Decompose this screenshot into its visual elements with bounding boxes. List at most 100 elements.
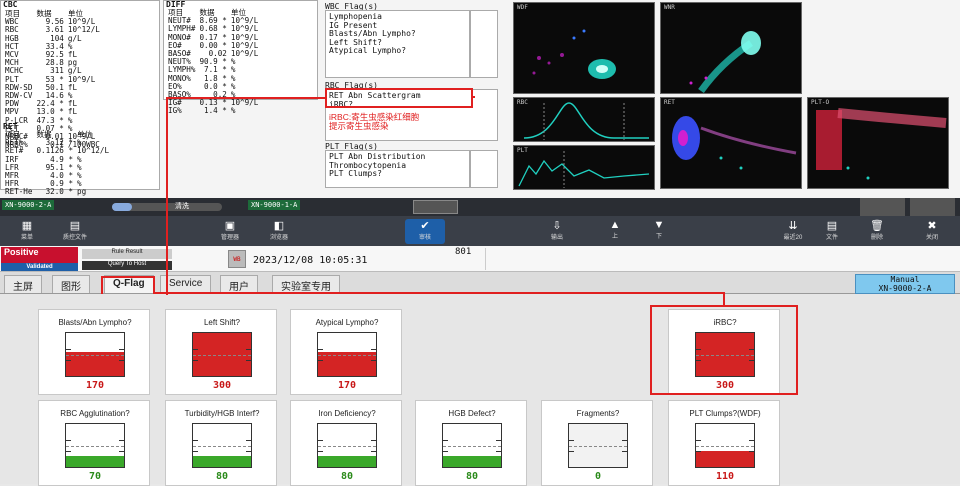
gauge-threshold xyxy=(193,354,251,356)
connector-h1 xyxy=(166,97,326,99)
qflag-title: RBC Agglutination? xyxy=(60,409,130,418)
qflag-gauge xyxy=(568,423,628,468)
table-row: RET-He 32.0 * pg xyxy=(3,188,111,196)
qflag-value: 70 xyxy=(88,471,102,482)
qflag-gauge xyxy=(192,423,252,468)
wbc-flag-scroll[interactable] xyxy=(470,10,498,78)
qflag-gauge xyxy=(65,332,125,377)
qflag-tab-highlight xyxy=(101,276,155,296)
wnr-scattergram: WNR xyxy=(660,2,802,94)
qflag-value: 80 xyxy=(340,471,354,482)
gauge-threshold xyxy=(696,445,754,447)
gauge-tick xyxy=(246,359,252,361)
qflag-value: 80 xyxy=(465,471,479,482)
qflag-level-fill xyxy=(696,450,754,467)
qflag-level-fill xyxy=(318,352,376,376)
gauge-tick xyxy=(695,450,701,452)
table-cell: % xyxy=(230,106,236,116)
gauge-threshold xyxy=(66,445,124,447)
recent-icon: ⇊ xyxy=(788,220,798,232)
gauge-threshold xyxy=(569,445,627,447)
ret-rows: 项目 数据 单位 RET% 3.12 *% RET# 0.1126 * 10^12/L IRF 4… xyxy=(3,130,111,197)
qflag-title: Turbidity/HGB Interf? xyxy=(184,409,260,418)
gauge-tick xyxy=(442,440,448,442)
instrument-tab-2[interactable]: XN-9000-1-A xyxy=(248,200,301,210)
parasite-note: 提示寄生虫感染 xyxy=(329,120,389,131)
delete-button[interactable]: 🗑 删除 xyxy=(860,219,894,244)
qflag-card[interactable]: PLT Clumps?(WDF) 110 xyxy=(668,400,780,486)
sample-datetime: 2023/12/08 10:05:31 xyxy=(253,255,368,266)
gauge-tick xyxy=(749,440,755,442)
manager-icon: ▣ xyxy=(224,220,236,232)
qflag-card[interactable]: Left Shift? 300 xyxy=(165,309,277,395)
gauge-threshold xyxy=(318,445,376,447)
qflag-title: Iron Deficiency? xyxy=(318,409,376,418)
manual-badge[interactable]: Manual XN-9000-2-A xyxy=(855,274,955,294)
trash-icon: 🗑 xyxy=(870,220,884,232)
qflag-card[interactable]: Atypical Lympho? 170 xyxy=(290,309,402,395)
plt-histogram: PLT xyxy=(513,145,655,190)
qc-file-button[interactable]: ▤ 质控文件 xyxy=(58,219,92,244)
tab-graph[interactable]: 图形 xyxy=(52,275,90,293)
file-icon: ▤ xyxy=(826,220,838,232)
right-panel-2 xyxy=(910,198,955,216)
qflag-card[interactable]: Blasts/Abn Lympho? 170 xyxy=(38,309,150,395)
qflag-card[interactable]: Iron Deficiency? 80 xyxy=(290,400,402,486)
plt-flag-list: PLT Abn Distribution Thrombocytopenia PLT … xyxy=(325,150,470,188)
wdf-scattergram: WDF xyxy=(513,2,655,94)
diff-rows: 项目 数据 单位 NEUT# 8.69 * 10^9/L LYMPH# 0.68 * 10^9/… xyxy=(166,8,260,116)
gauge-tick xyxy=(119,349,125,351)
query-host: Query To Host xyxy=(82,261,172,270)
qflag-gauge xyxy=(695,423,755,468)
gauge-tick xyxy=(246,450,252,452)
qflag-value: 170 xyxy=(337,380,357,391)
connector-h2 xyxy=(155,292,725,294)
output-icon: ⇩ xyxy=(552,220,562,232)
plt-flag-scroll[interactable] xyxy=(470,150,498,188)
manager-button[interactable]: ▣ 管理器 xyxy=(213,219,247,244)
gauge-tick xyxy=(442,450,448,452)
gauge-tick xyxy=(119,359,125,361)
qflag-card[interactable]: RBC Agglutination? 70 xyxy=(38,400,150,486)
cbc-title: CBC xyxy=(3,0,18,9)
gauge-tick xyxy=(192,349,198,351)
gauge-tick xyxy=(317,440,323,442)
qflag-card[interactable]: Turbidity/HGB Interf? 80 xyxy=(165,400,277,486)
qflag-card[interactable]: HGB Defect? 80 xyxy=(415,400,527,486)
recent20-button[interactable]: ⇊ 最近20 xyxy=(776,219,810,244)
gauge-tick xyxy=(496,440,502,442)
rule-result: Rule Result xyxy=(82,249,172,259)
gauge-tick xyxy=(622,450,628,452)
output-button[interactable]: ⇩ 输出 xyxy=(540,219,574,244)
table-cell: RET-He xyxy=(5,187,33,197)
up-button[interactable]: ▲ 上 xyxy=(598,219,632,244)
qflag-gauge xyxy=(65,423,125,468)
gauge-tick xyxy=(371,349,377,351)
qflag-title: Left Shift? xyxy=(203,318,241,327)
qc-icon: ▤ xyxy=(69,220,81,232)
gauge-threshold xyxy=(443,445,501,447)
close-button[interactable]: ✖ 关闭 xyxy=(915,219,949,244)
browser-button[interactable]: ◧ 浏览器 xyxy=(262,219,296,244)
tab-user[interactable]: 用户 xyxy=(220,275,258,293)
flag-item: Atypical Lympho? xyxy=(329,46,407,55)
instrument-tab-1[interactable]: XN-9000-2-A xyxy=(2,200,55,210)
irbc-card-highlight xyxy=(650,305,798,395)
file-button[interactable]: ▤ 文件 xyxy=(815,219,849,244)
tab-lab[interactable]: 实验室专用 xyxy=(272,275,340,293)
gauge-tick xyxy=(317,349,323,351)
connector-v2 xyxy=(723,292,725,306)
gauge-threshold xyxy=(66,354,124,356)
gauge-tick xyxy=(119,440,125,442)
qflag-card[interactable]: Fragments? 0 xyxy=(541,400,653,486)
close-icon: ✖ xyxy=(927,220,937,232)
gauge-tick xyxy=(65,450,71,452)
menu-button[interactable]: ▦ 菜单 xyxy=(12,219,42,244)
tab-main[interactable]: 主屏 xyxy=(4,275,42,293)
down-button[interactable]: ▼ 下 xyxy=(642,219,676,244)
menu-icon: ▦ xyxy=(21,220,33,232)
gauge-tick xyxy=(119,450,125,452)
gauge-tick xyxy=(192,450,198,452)
table-cell: 32.0 * xyxy=(45,187,74,197)
validate-button[interactable]: ✔ 审核 xyxy=(405,219,445,244)
